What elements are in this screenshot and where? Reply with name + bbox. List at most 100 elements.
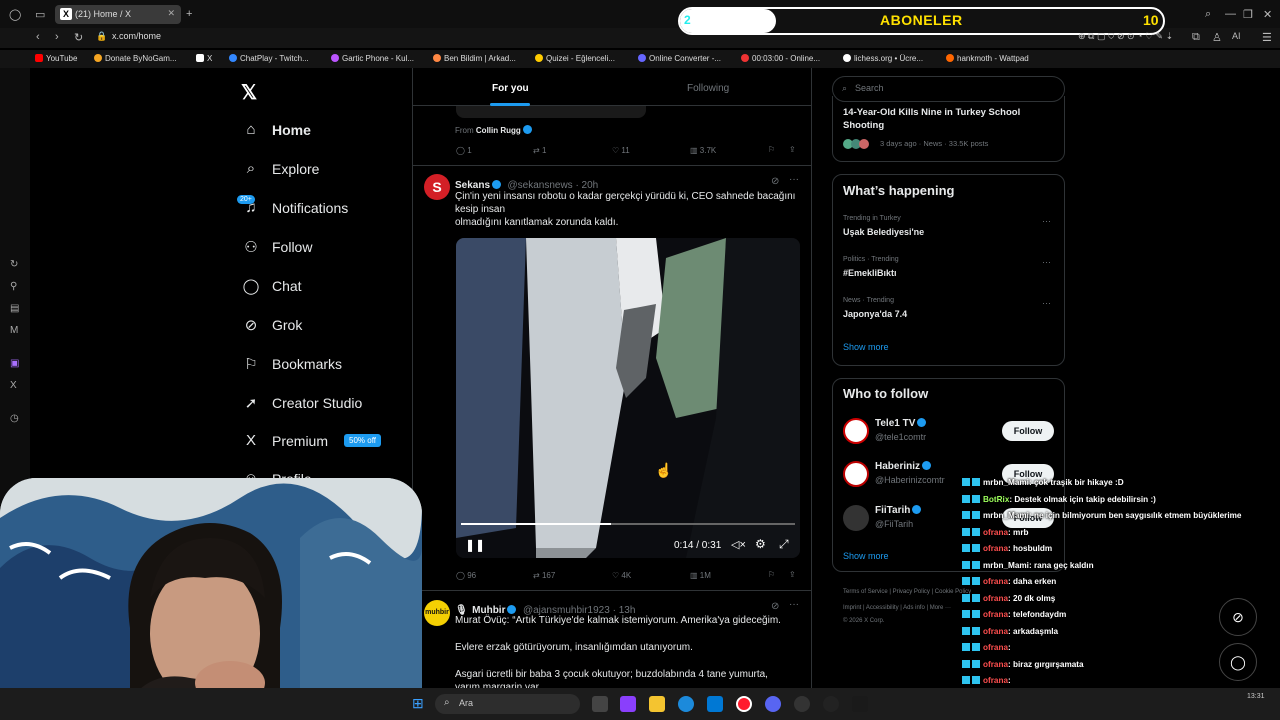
x-sidebar-icon[interactable]: X — [10, 380, 17, 391]
chat-username[interactable]: ofrana — [983, 528, 1008, 537]
settings-icon[interactable]: ⚙ — [755, 537, 766, 551]
chat-username[interactable]: ofrana — [983, 627, 1008, 636]
nav-home[interactable]: ⌂ Home — [242, 121, 310, 138]
minimize-icon[interactable]: — — [1225, 8, 1236, 20]
search-icon[interactable]: ⌕ — [1205, 8, 1211, 21]
avatar[interactable]: muhbir — [424, 600, 450, 626]
bookmark-x[interactable]: X — [196, 54, 212, 63]
avatar[interactable] — [843, 461, 869, 487]
discord-icon[interactable] — [765, 696, 781, 712]
profile-icon[interactable]: ♙ — [1212, 31, 1222, 44]
tab-following[interactable]: Following — [687, 83, 729, 94]
bookmark-youtube[interactable]: YouTube — [35, 54, 77, 63]
repost-button[interactable]: ⇄ 167 — [533, 571, 555, 580]
forward-icon[interactable]: › — [55, 31, 59, 43]
news-title[interactable]: 14-Year-Old Kills Nine in Turkey School … — [843, 106, 1043, 132]
nav-follow[interactable]: ⚇ Follow — [242, 238, 312, 256]
chat-username[interactable]: ofrana — [983, 577, 1008, 586]
trend-item[interactable]: Japonya'da 7.4 — [843, 309, 907, 319]
reply-button[interactable]: ◯ 1 — [456, 146, 472, 155]
steam-icon[interactable] — [823, 696, 839, 712]
bookmark-quizei[interactable]: Quizei - Eğlenceli... — [535, 54, 615, 63]
store-icon[interactable] — [707, 696, 723, 712]
more-icon[interactable]: ··· — [789, 174, 799, 185]
trend-item[interactable]: #EmekliBıktı — [843, 268, 897, 278]
close-window-icon[interactable]: ✕ — [1263, 8, 1272, 21]
chat-username[interactable]: ofrana — [983, 544, 1008, 553]
avatar[interactable]: S — [424, 174, 450, 200]
reply-button[interactable]: ◯ 96 — [456, 571, 476, 580]
history-icon[interactable]: ↻ — [10, 259, 18, 270]
ai-icon[interactable]: AI — [1232, 31, 1241, 41]
mute-icon[interactable]: ◁× — [731, 538, 746, 551]
video-player[interactable] — [456, 238, 800, 558]
like-button[interactable]: ♡ 11 — [612, 146, 630, 155]
copilot-icon[interactable] — [620, 696, 636, 712]
taskbar-search[interactable]: Ara — [435, 694, 580, 714]
bookmark-donate[interactable]: Donate ByNoGam... — [94, 54, 177, 63]
nav-creator-studio[interactable]: ➚ Creator Studio — [242, 394, 363, 412]
views-button[interactable]: ▥ 1M — [690, 571, 711, 580]
grok-icon[interactable]: ⊘ — [771, 176, 779, 187]
bookmark-tweet-icon[interactable]: ⚐ — [768, 145, 775, 154]
bookmark-timer[interactable]: 00:03:00 - Online... — [741, 54, 820, 63]
show-more-link[interactable]: Show more — [843, 551, 889, 561]
new-tab-icon[interactable]: + — [186, 8, 192, 20]
obs-icon[interactable] — [794, 696, 810, 712]
messages-float-icon[interactable]: ◯ — [1219, 643, 1257, 681]
url-field[interactable]: x.com/home — [112, 31, 161, 41]
nav-chat[interactable]: ◯ Chat — [242, 277, 302, 295]
app-icon[interactable] — [852, 696, 868, 712]
follow-button[interactable]: Follow — [1002, 421, 1054, 441]
extensions-icon[interactable]: ⧉ — [1192, 31, 1200, 44]
share-icon[interactable]: ⇪ — [789, 145, 796, 154]
chat-username[interactable]: ofrana — [983, 594, 1008, 603]
grok-float-icon[interactable]: ⊘ — [1219, 598, 1257, 636]
x-logo-icon[interactable]: 𝕏 — [241, 80, 257, 105]
chat-username[interactable]: ofrana — [983, 676, 1008, 685]
views-button[interactable]: ▥ 3.7K — [690, 146, 716, 155]
tab-close-icon[interactable]: ✕ — [167, 8, 175, 19]
windows-start-icon[interactable]: ⊞ — [412, 695, 424, 712]
pause-icon[interactable]: ❚❚ — [465, 538, 485, 552]
taskview-icon[interactable] — [592, 696, 608, 712]
chat-username[interactable]: mrbn_Mami — [983, 561, 1029, 570]
like-button[interactable]: ♡ 4K — [612, 571, 631, 580]
fullscreen-icon[interactable]: ⤢ — [779, 537, 789, 552]
taskbar-clock[interactable]: 13:31 — [1247, 693, 1265, 700]
tab-for-you[interactable]: For you — [492, 83, 529, 94]
quoted-media-tail[interactable] — [456, 106, 646, 118]
chat-username[interactable]: mrbn_Mami — [983, 478, 1029, 487]
chat-username[interactable]: BotRix — [983, 495, 1009, 504]
nav-premium[interactable]: X Premium 50% off — [242, 432, 381, 449]
bookmark-ben-bildim[interactable]: Ben Bildim | Arkad... — [433, 54, 516, 63]
opera-icon[interactable] — [736, 696, 752, 712]
chat-username[interactable]: ofrana — [983, 660, 1008, 669]
show-more-link[interactable]: Show more — [843, 342, 889, 352]
chat-username[interactable]: mrbn_Mami — [983, 511, 1029, 520]
twitch-icon[interactable]: ▣ — [10, 358, 19, 369]
quoted-from[interactable]: From Collin Rugg — [455, 125, 534, 135]
maximize-icon[interactable]: ❐ — [1243, 8, 1253, 21]
footer-links[interactable]: Terms of Service | Privacy Policy | Cook… — [843, 589, 971, 595]
clock-icon[interactable]: ◷ — [10, 413, 19, 424]
account-name[interactable]: Tele1 TV — [875, 418, 928, 429]
bookmark-chatplay[interactable]: ChatPlay - Twitch... — [229, 54, 309, 63]
repost-button[interactable]: ⇄ 1 — [533, 146, 546, 155]
nav-explore[interactable]: ⌕ Explore — [242, 160, 320, 177]
chat-username[interactable]: ofrana — [983, 610, 1008, 619]
nav-bookmarks[interactable]: ⚐ Bookmarks — [242, 355, 342, 373]
edge-icon[interactable] — [678, 696, 694, 712]
account-name[interactable]: FiiTarih — [875, 505, 923, 516]
footer-links[interactable]: Imprint | Accessibility | Ads info | Mor… — [843, 605, 951, 611]
toolbar-icons[interactable]: ⊕ ⧉ ▢ ⛉ ⊘ ⊙ ◔ ♡ ✎ ⇣ — [1078, 31, 1173, 42]
reload-icon[interactable]: ↻ — [74, 31, 83, 44]
gmail-icon[interactable]: M — [10, 325, 18, 336]
bookmark-gartic[interactable]: Gartic Phone - Kul... — [331, 54, 414, 63]
menu-icon[interactable]: ☰ — [1262, 31, 1272, 44]
chat-username[interactable]: ofrana — [983, 643, 1008, 652]
share-icon[interactable]: ⇪ — [789, 570, 796, 579]
more-icon[interactable]: ··· — [1042, 257, 1051, 267]
nav-notifications[interactable]: ♫ Notifications — [242, 199, 348, 216]
browser-tab-active[interactable]: X (21) Home / X ✕ — [55, 5, 181, 24]
